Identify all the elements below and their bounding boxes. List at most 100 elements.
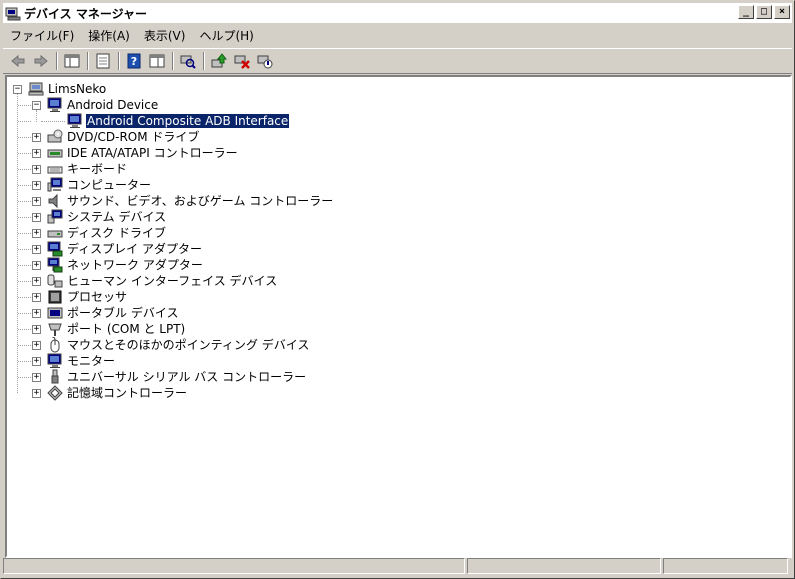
computer-icon bbox=[28, 81, 44, 97]
tree-item-label: プロセッサ bbox=[67, 290, 128, 304]
tree-item-label: ヒューマン インターフェイス デバイス bbox=[67, 274, 278, 288]
tree-connector bbox=[18, 377, 31, 378]
expand-toggle[interactable]: + bbox=[32, 196, 41, 206]
tree-item[interactable]: + IDE ATA/ATAPI コントローラー bbox=[32, 145, 239, 161]
console-tree-icon[interactable] bbox=[61, 51, 83, 71]
tree-connector bbox=[18, 217, 31, 218]
menu-bar: ファイル(F) 操作(A) 表示(V) ヘルプ(H) bbox=[3, 25, 792, 45]
tree-item-label: ディスプレイ アダプター bbox=[67, 242, 202, 256]
view-icon[interactable] bbox=[146, 51, 168, 71]
menu-view[interactable]: 表示(V) bbox=[137, 27, 193, 44]
portable-device-icon bbox=[47, 305, 63, 321]
status-pane-main bbox=[3, 558, 465, 574]
expand-toggle[interactable]: + bbox=[32, 260, 41, 270]
tree-item[interactable]: + サウンド、ビデオ、およびゲーム コントローラー bbox=[32, 193, 334, 209]
tree-item-label: ユニバーサル シリアル バス コントローラー bbox=[67, 370, 307, 384]
expand-toggle[interactable]: + bbox=[32, 340, 41, 350]
tree-item[interactable]: + ディスプレイ アダプター bbox=[32, 241, 203, 257]
tree-connector bbox=[18, 249, 31, 250]
ide-controller-icon bbox=[47, 145, 63, 161]
tree-item-label: 記憶域コントローラー bbox=[67, 386, 188, 400]
back-icon[interactable] bbox=[7, 51, 29, 71]
device-manager-icon bbox=[5, 5, 21, 21]
tree-item[interactable]: + ユニバーサル シリアル バス コントローラー bbox=[32, 369, 307, 385]
toolbar-separator bbox=[172, 52, 174, 70]
scan-hardware-icon[interactable] bbox=[177, 51, 199, 71]
tree-item[interactable]: + DVD/CD-ROM ドライブ bbox=[32, 129, 200, 145]
minimize-button[interactable]: _ bbox=[738, 5, 754, 19]
tree-connector bbox=[36, 110, 37, 122]
tree-item-adb-interface[interactable]: Android Composite ADB Interface bbox=[67, 113, 291, 129]
tree-item-label: モニター bbox=[67, 354, 116, 368]
tree-connector bbox=[18, 265, 31, 266]
collapse-android-toggle[interactable]: − bbox=[32, 100, 41, 110]
menu-file[interactable]: ファイル(F) bbox=[3, 27, 81, 44]
help-icon[interactable]: ? bbox=[123, 51, 145, 71]
expand-toggle[interactable]: + bbox=[32, 372, 41, 382]
expand-toggle[interactable]: + bbox=[32, 164, 41, 174]
update-driver-icon[interactable] bbox=[208, 51, 230, 71]
tree-item[interactable]: + ヒューマン インターフェイス デバイス bbox=[32, 273, 278, 289]
tree-item[interactable]: + マウスとそのほかのポインティング デバイス bbox=[32, 336, 310, 353]
expand-toggle[interactable]: + bbox=[32, 324, 41, 334]
properties-icon[interactable] bbox=[92, 51, 114, 71]
toolbar-separator bbox=[203, 52, 205, 70]
forward-icon[interactable] bbox=[30, 51, 52, 71]
expand-toggle[interactable]: + bbox=[32, 244, 41, 254]
expand-toggle[interactable]: + bbox=[32, 228, 41, 238]
collapse-root-toggle[interactable]: − bbox=[13, 84, 22, 94]
tree-item-label: IDE ATA/ATAPI コントローラー bbox=[67, 146, 238, 160]
usb-icon bbox=[47, 369, 63, 385]
device-tree-pane[interactable]: − LimsNeko − Android Device Android Comp… bbox=[5, 75, 792, 558]
tree-root-label: LimsNeko bbox=[48, 82, 107, 96]
tree-item[interactable]: + ネットワーク アダプター bbox=[32, 257, 204, 273]
tree-item[interactable]: + コンピューター bbox=[32, 177, 152, 193]
toolbar: ? bbox=[3, 48, 792, 74]
computer-icon bbox=[47, 177, 63, 193]
tree-item-label: ポータブル デバイス bbox=[67, 306, 179, 320]
tree-item-android-device[interactable]: − Android Device bbox=[32, 97, 159, 113]
tree-root[interactable]: − LimsNeko bbox=[13, 81, 107, 97]
tree-connector bbox=[18, 121, 31, 122]
tree-connector bbox=[41, 121, 65, 122]
expand-toggle[interactable]: + bbox=[32, 308, 41, 318]
disable-icon[interactable] bbox=[254, 51, 276, 71]
monitor-icon bbox=[47, 97, 63, 113]
tree-item[interactable]: + プロセッサ bbox=[32, 289, 128, 305]
tree-connector bbox=[18, 169, 31, 170]
hid-icon bbox=[47, 273, 63, 289]
tree-connector bbox=[18, 345, 31, 346]
menu-help[interactable]: ヘルプ(H) bbox=[192, 27, 260, 44]
display-adapter-icon bbox=[47, 241, 63, 257]
expand-toggle[interactable]: + bbox=[32, 292, 41, 302]
expand-toggle[interactable]: + bbox=[32, 356, 41, 366]
expand-toggle[interactable]: + bbox=[32, 180, 41, 190]
tree-item[interactable]: + 記憶域コントローラー bbox=[32, 385, 188, 401]
processor-icon bbox=[47, 289, 63, 305]
tree-item-label: Android Device bbox=[67, 98, 159, 112]
storage-controller-icon bbox=[47, 385, 63, 401]
tree-connector bbox=[18, 153, 31, 154]
tree-item[interactable]: + システム デバイス bbox=[32, 209, 167, 225]
svg-text:?: ? bbox=[131, 55, 137, 68]
toolbar-separator bbox=[118, 52, 120, 70]
close-button[interactable]: × bbox=[774, 5, 790, 19]
maximize-button[interactable]: □ bbox=[756, 5, 772, 19]
expand-toggle[interactable]: + bbox=[32, 388, 41, 398]
menu-action[interactable]: 操作(A) bbox=[81, 27, 137, 44]
device-manager-window: デバイス マネージャー _ □ × ファイル(F) 操作(A) 表示(V) ヘル… bbox=[0, 0, 795, 579]
title-bar[interactable]: デバイス マネージャー _ □ × bbox=[3, 3, 792, 23]
uninstall-icon[interactable] bbox=[231, 51, 253, 71]
expand-toggle[interactable]: + bbox=[32, 212, 41, 222]
expand-toggle[interactable]: + bbox=[32, 132, 41, 142]
tree-item[interactable]: + ポータブル デバイス bbox=[32, 305, 179, 321]
keyboard-icon bbox=[47, 161, 63, 177]
tree-item[interactable]: + ディスク ドライブ bbox=[32, 225, 167, 241]
tree-item[interactable]: + ポート (COM と LPT) bbox=[32, 321, 186, 337]
expand-toggle[interactable]: + bbox=[32, 276, 41, 286]
expand-toggle[interactable]: + bbox=[32, 148, 41, 158]
tree-connector bbox=[18, 297, 31, 298]
tree-item[interactable]: + キーボード bbox=[32, 161, 128, 177]
tree-item[interactable]: + モニター bbox=[32, 353, 116, 369]
tree-connector bbox=[18, 361, 31, 362]
